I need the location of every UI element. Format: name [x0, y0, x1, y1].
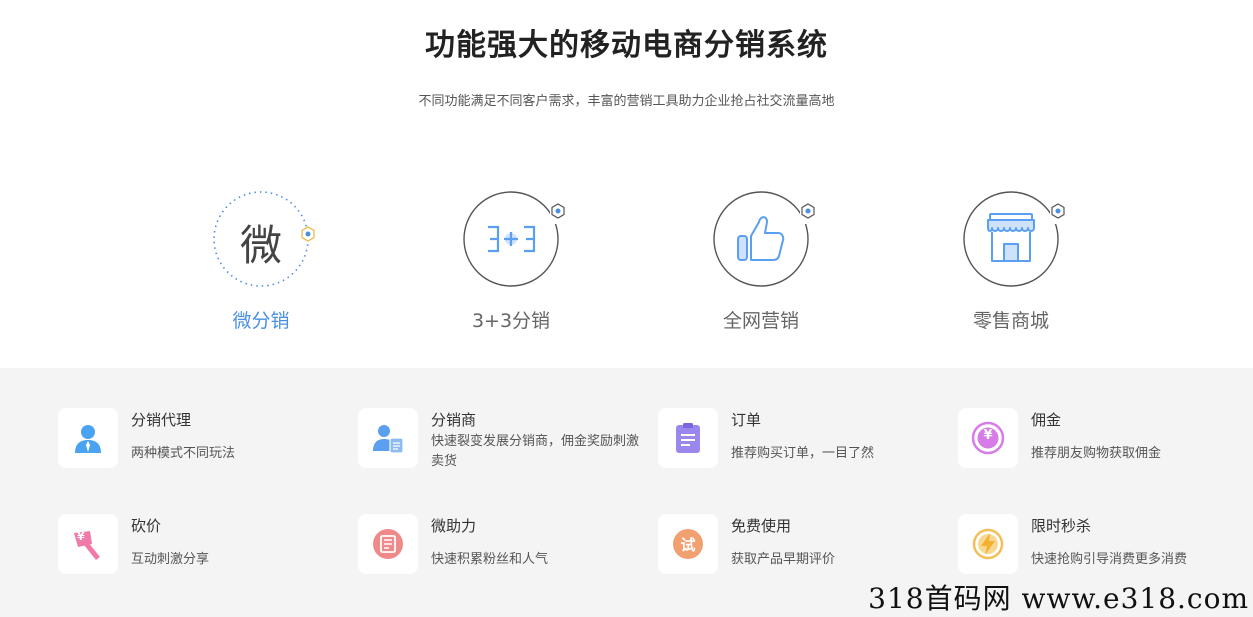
distributor-card-icon [373, 425, 404, 454]
feature-title: 免费使用 [731, 517, 792, 535]
boost-document-icon [373, 529, 403, 559]
mode-circle [712, 190, 816, 288]
page-subtitle: 不同功能满足不同客户需求，丰富的营销工具助力企业抢占社交流量高地 [418, 94, 835, 109]
mode-label: 微分销 [232, 310, 290, 332]
thumbs-up-icon [737, 216, 785, 261]
page-title: 功能强大的移动电商分销系统 [425, 28, 828, 63]
mode-circle: 微 [212, 190, 315, 288]
feature-desc: 快速抢购引导消费更多消费 [1031, 552, 1188, 567]
three-plus-three-icon [488, 225, 536, 253]
feature-desc: 推荐购买订单，一目了然 [731, 446, 875, 461]
feature-distribution-agent[interactable]: 分销代理 两种模式不同玩法 [58, 408, 338, 488]
feature-desc: 快速裂变发展分销商，佣金奖励刺激卖货 [431, 434, 640, 469]
feature-desc: 两种模式不同玩法 [131, 446, 236, 461]
agent-person-icon [75, 425, 101, 453]
mode-tab-three-plus-three[interactable]: 3+3分销 [441, 190, 581, 333]
hexagon-badge-icon [801, 203, 815, 219]
feature-distributor[interactable]: 分销商 快速裂变发展分销商，佣金奖励刺激卖货 [358, 408, 640, 488]
yen-glyph: ¥ [77, 530, 85, 543]
feature-desc: 获取产品早期评价 [731, 552, 836, 567]
feature-icon-box: ¥ [958, 408, 1018, 468]
feature-icon-box [958, 514, 1018, 574]
feature-commission[interactable]: ¥ 佣金 推荐朋友购物获取佣金 [958, 408, 1238, 488]
mode-label: 3+3分销 [471, 310, 551, 332]
feature-title: 订单 [731, 411, 762, 429]
storefront-icon [987, 213, 1035, 262]
mode-label: 全网营销 [722, 310, 799, 332]
feature-bargain[interactable]: ¥ 砍价 互动刺激分享 [58, 514, 338, 594]
feature-icon-box [658, 408, 718, 468]
feature-icon-box [358, 408, 418, 468]
feature-title: 微助力 [431, 517, 477, 535]
feature-title: 砍价 [131, 517, 162, 535]
yen-glyph: ¥ [983, 428, 993, 443]
feature-title: 佣金 [1031, 411, 1062, 429]
feature-desc: 互动刺激分享 [131, 552, 210, 567]
trial-glyph: 试 [680, 536, 696, 554]
feature-title: 分销商 [431, 411, 477, 429]
hexagon-badge-icon [1051, 203, 1065, 219]
mode-tab-wei-distribution[interactable]: 微 微分销 [191, 190, 331, 333]
feature-micro-boost[interactable]: 微助力 快速积累粉丝和人气 [358, 514, 638, 594]
feature-desc: 推荐朋友购物获取佣金 [1031, 446, 1162, 461]
mode-tab-omni-marketing[interactable]: 全网营销 [691, 190, 831, 333]
feature-orders[interactable]: 订单 推荐购买订单，一目了然 [658, 408, 938, 488]
wei-character-icon: 微 [239, 221, 282, 270]
feature-icon-box: ¥ [58, 514, 118, 574]
feature-icon-box [358, 514, 418, 574]
mode-circle [962, 190, 1066, 288]
feature-title: 限时秒杀 [1031, 517, 1092, 535]
site-watermark: 318首码网 www.e318.com [868, 582, 1249, 615]
mode-circle [462, 190, 566, 288]
hero-section: 功能强大的移动电商分销系统 不同功能满足不同客户需求，丰富的营销工具助力企业抢占… [0, 0, 1253, 368]
order-clipboard-icon [676, 423, 700, 453]
mode-label: 零售商城 [972, 310, 1049, 332]
feature-desc: 快速积累粉丝和人气 [431, 552, 549, 567]
hexagon-badge-icon [551, 203, 565, 219]
feature-title: 分销代理 [131, 411, 192, 429]
feature-icon-box [58, 408, 118, 468]
mode-tab-retail-mall[interactable]: 零售商城 [941, 190, 1081, 333]
feature-icon-box: 试 [658, 514, 718, 574]
lightning-bolt-icon [972, 528, 1004, 560]
